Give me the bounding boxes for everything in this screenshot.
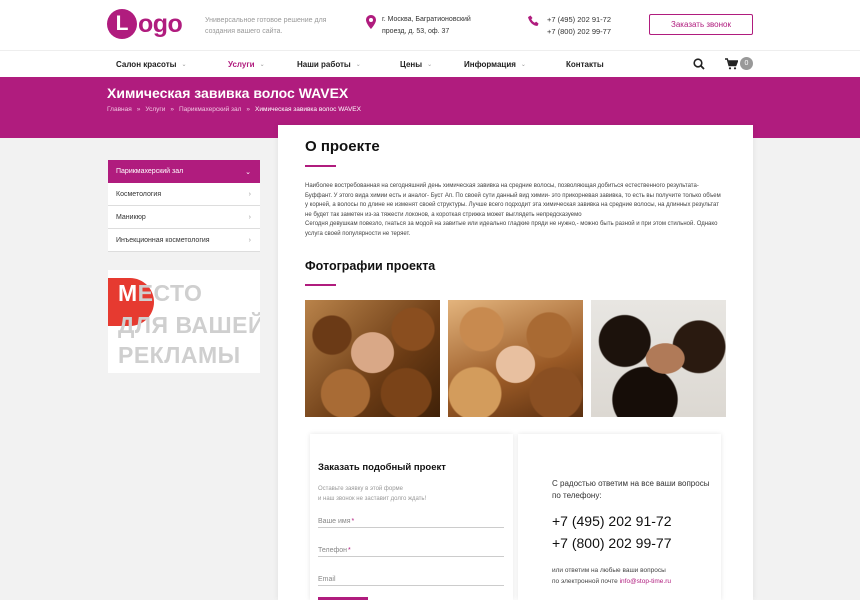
main-nav: Салон красоты ⌄ Услуги ⌄ Наши работы ⌄ Ц…: [0, 50, 860, 77]
nav-item-label: Цены: [400, 59, 423, 69]
nav-item-label: Информация: [464, 59, 516, 69]
sidebar-item-injection[interactable]: Инъекционная косметология ›: [108, 229, 260, 252]
phones-text: +7 (495) 202 91-72 +7 (800) 202 99-77: [547, 14, 611, 38]
header-phone-1[interactable]: +7 (495) 202 91-72: [547, 14, 611, 26]
nav-item-contacts[interactable]: Контакты: [566, 51, 604, 77]
sidebar-item-manicure[interactable]: Маникюр ›: [108, 206, 260, 229]
order-form-note-line-2: и наш звонок не заставит долго ждать!: [318, 495, 427, 502]
chevron-right-icon: ›: [248, 213, 251, 221]
ad-letter: М: [118, 280, 138, 306]
nav-item-works[interactable]: Наши работы ⌄: [297, 51, 361, 77]
site-header: L ogo Универсальное готовое решение для …: [0, 0, 860, 50]
cart-count-badge[interactable]: 0: [740, 57, 753, 70]
contact-email-line-2: по электронной почте info@stop-time.ru: [552, 576, 722, 587]
sidebar-item-label: Парикмахерский зал: [116, 168, 184, 175]
nav-item-label: Контакты: [566, 59, 604, 69]
required-marker: *: [348, 547, 351, 554]
ad-banner[interactable]: МЕСТО ДЛЯ ВАШЕЙ РЕКЛАМЫ: [108, 270, 260, 373]
contact-phone-2[interactable]: +7 (800) 202 99-77: [552, 535, 671, 551]
page-title: Химическая завивка волос WAVEX: [107, 85, 349, 101]
sidebar-item-label: Инъекционная косметология: [116, 236, 210, 244]
breadcrumb-separator: »: [170, 106, 174, 113]
chevron-down-icon: ⌄: [259, 61, 265, 68]
email-field[interactable]: Email: [318, 572, 504, 586]
about-text: Наиболее востребованная на сегодняшний д…: [305, 182, 725, 239]
breadcrumb-home[interactable]: Главная: [107, 106, 132, 113]
logo[interactable]: L ogo: [107, 8, 183, 40]
name-field[interactable]: Ваше имя *: [318, 514, 504, 528]
chevron-right-icon: ›: [248, 190, 251, 198]
header-phone-2[interactable]: +7 (800) 202 99-77: [547, 26, 611, 38]
breadcrumb-separator: »: [136, 106, 141, 113]
chevron-down-icon: ⌄: [245, 168, 251, 176]
cart-icon[interactable]: [725, 58, 738, 70]
breadcrumb-current: Химическая завивка волос WAVEX: [255, 106, 361, 113]
sidebar-item-hair-salon[interactable]: Парикмахерский зал ⌄: [108, 160, 260, 183]
required-marker: *: [351, 518, 355, 525]
sidebar-item-label: Косметология: [116, 190, 162, 198]
breadcrumb-services[interactable]: Услуги: [145, 106, 165, 113]
name-field-label: Ваше имя: [318, 518, 351, 525]
contact-email-prefix: по электронной почте: [552, 578, 620, 585]
ad-line-3: РЕКЛАМЫ: [118, 342, 241, 368]
address-text: г. Москва, Багратионовский проезд, д. 53…: [382, 14, 492, 38]
contact-email-link[interactable]: info@stop-time.ru: [620, 578, 671, 585]
contact-phone-1[interactable]: +7 (495) 202 91-72: [552, 513, 671, 529]
phone-field-label: Телефон: [318, 547, 348, 554]
phone-field[interactable]: Телефон *: [318, 543, 504, 557]
ad-line-2: ДЛЯ ВАШЕЙ: [118, 312, 260, 338]
order-form-note-line-1: Оставьте заявку в этой форме: [318, 486, 403, 492]
phones-block: +7 (495) 202 91-72 +7 (800) 202 99-77: [528, 14, 611, 38]
about-paragraph-2: Сегодня девушкам повезло, гнаться за мод…: [305, 221, 718, 237]
logo-text: ogo: [138, 9, 183, 38]
chevron-down-icon: ⌄: [355, 61, 361, 68]
nav-item-prices[interactable]: Цены ⌄: [400, 51, 432, 77]
ad-line-1-rest: ЕСТО: [137, 280, 203, 306]
about-paragraph-1: Наиболее востребованная на сегодняшний д…: [305, 183, 721, 218]
callback-button[interactable]: Заказать звонок: [649, 14, 753, 35]
nav-item-label: Наши работы: [297, 59, 351, 69]
sidebar-item-label: Маникюр: [116, 213, 146, 221]
address-block: г. Москва, Багратионовский проезд, д. 53…: [366, 14, 492, 38]
contact-intro-text: С радостью ответим на все ваши вопросы п…: [552, 479, 710, 500]
nav-item-info[interactable]: Информация ⌄: [464, 51, 526, 77]
logo-letter: L: [107, 9, 137, 39]
heading-underline: [305, 165, 336, 167]
breadcrumb-separator: »: [246, 106, 251, 113]
sidebar-menu: Парикмахерский зал ⌄ Косметология › Мани…: [108, 160, 260, 252]
phone-icon: [528, 15, 539, 26]
address-line-2: проезд, д. 53, оф. 37: [382, 28, 450, 35]
nav-item-salon[interactable]: Салон красоты ⌄: [116, 51, 187, 77]
about-heading: О проекте: [305, 138, 380, 155]
email-field-label: Email: [318, 576, 336, 583]
photos-heading: Фотографии проекта: [305, 259, 436, 273]
sidebar-item-cosmetology[interactable]: Косметология ›: [108, 183, 260, 206]
map-pin-icon: [366, 15, 376, 29]
address-line-1: г. Москва, Багратионовский: [382, 16, 471, 23]
breadcrumb: Главная » Услуги » Парикмахерский зал » …: [107, 106, 361, 113]
chevron-down-icon: ⌄: [181, 61, 187, 68]
chevron-down-icon: ⌄: [520, 61, 526, 68]
search-icon[interactable]: [693, 58, 705, 70]
contact-email-text: или ответим на любые ваши вопросы по эле…: [552, 565, 722, 587]
contact-email-line-1: или ответим на любые ваши вопросы: [552, 567, 666, 574]
project-photo-1[interactable]: [305, 300, 440, 417]
project-photo-3[interactable]: [591, 300, 726, 417]
chevron-down-icon: ⌄: [427, 61, 433, 68]
nav-item-services[interactable]: Услуги ⌄: [228, 51, 265, 77]
order-form-title: Заказать подобный проект: [318, 462, 446, 473]
nav-item-label: Услуги: [228, 59, 255, 69]
breadcrumb-hair-salon[interactable]: Парикмахерский зал: [179, 106, 241, 113]
tagline: Универсальное готовое решение для создан…: [205, 17, 327, 35]
chevron-right-icon: ›: [248, 236, 251, 244]
nav-item-label: Салон красоты: [116, 59, 177, 69]
ad-line-1: МЕСТО: [118, 280, 202, 307]
order-form-note: Оставьте заявку в этой форме и наш звоно…: [318, 485, 458, 504]
project-photo-2[interactable]: [448, 300, 583, 417]
heading-underline: [305, 284, 336, 286]
